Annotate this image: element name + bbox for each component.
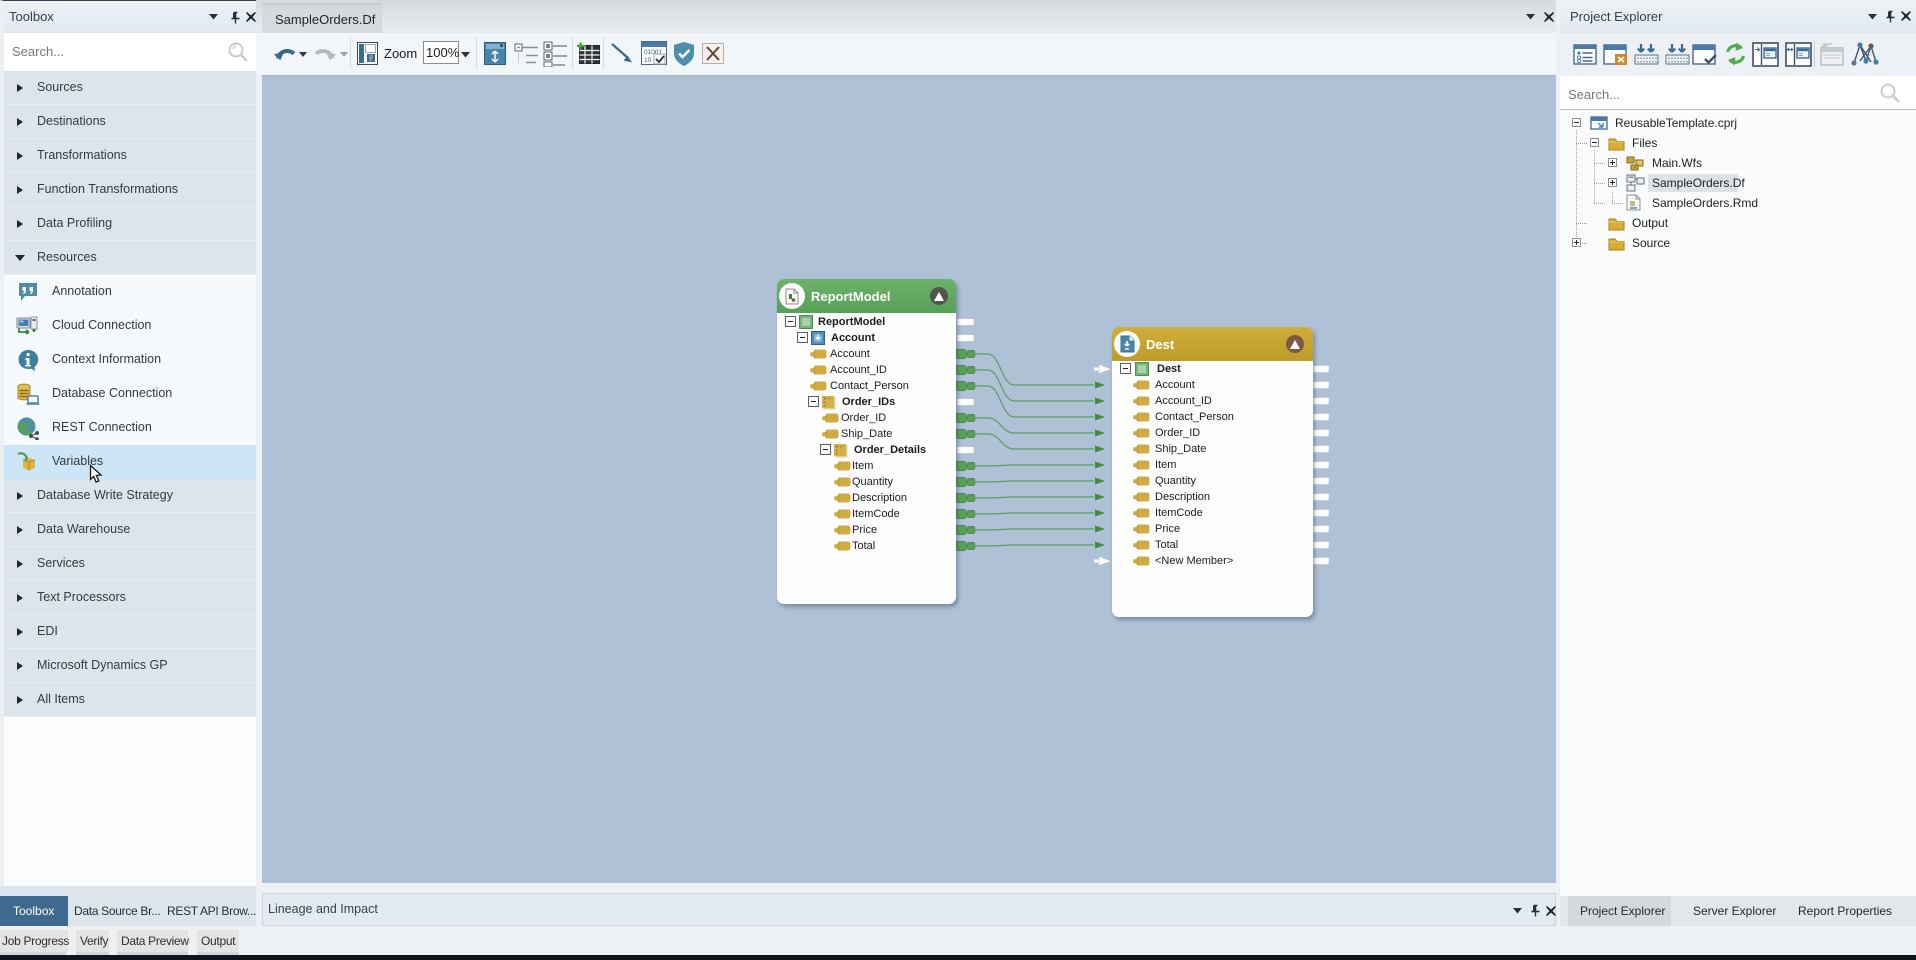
svg-text:10: 10 (644, 57, 652, 64)
